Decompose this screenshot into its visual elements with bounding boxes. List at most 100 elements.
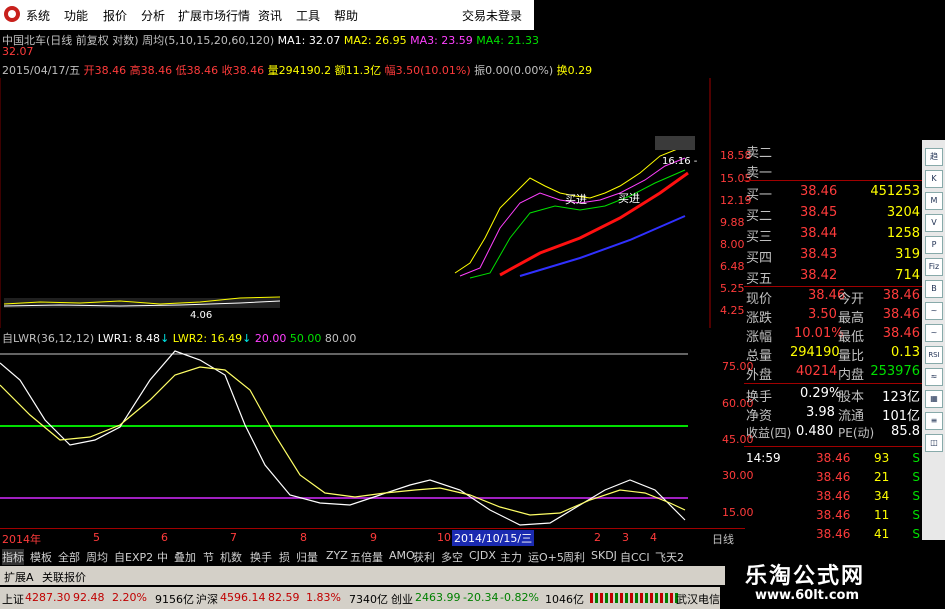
list-tool-icon[interactable]: ≡ [925,412,943,430]
curve-tool-icon[interactable]: ≈ [925,368,943,386]
rally [454,136,695,279]
trend-tool-icon[interactable]: 趋 [925,148,943,166]
time-label-5: 9 [370,531,377,544]
sh-index-amount: 9156亿 [155,593,194,606]
menu-system[interactable]: 系统 [26,7,50,24]
tab-main-force[interactable]: 主力 [500,549,522,565]
tab-overlay[interactable]: 叠加 [174,549,196,565]
tab-profit[interactable]: 获利 [413,549,435,565]
sh-index-value: 4287.30 [25,591,71,604]
tab-turnover[interactable]: 换手 [250,549,272,565]
period-label[interactable]: 日线 [712,531,734,547]
bar-close: 收38.46 [221,64,265,77]
volume-tool-icon[interactable]: V [925,214,943,232]
grid-tool-icon[interactable]: ▦ [925,390,943,408]
wave-tool-icon[interactable]: ~ [925,302,943,320]
app-logo-icon [4,6,20,22]
tick-row: 38.46 21 S [816,470,920,484]
tab-wubeiliang[interactable]: 五倍量 [350,549,383,565]
quote-row: 净资 3.98 流通 101亿 [746,405,920,424]
lwr2-down-arrow-icon: ↓ [242,332,252,345]
recent-candles [655,136,695,150]
trade-login-status[interactable]: 交易未登录 [462,7,522,24]
brand-name: 乐淘公式网 [745,564,866,589]
level-20: 20.00 [254,332,287,345]
lwr-indicator-chart[interactable] [0,345,710,530]
menu-bar: 系统 功能 报价 分析 扩展市场行情 资讯 工具 帮助 交易未登录 [0,0,534,30]
tab-ext-a[interactable]: 扩展A [4,569,34,585]
tab-cjdx[interactable]: CJDX [469,549,496,562]
tab-amo[interactable]: AMO [389,549,415,562]
chart-header: 中国北车(日线 前复权 对数) 周均(5,10,15,20,60,120) MA… [2,32,539,48]
tab-indicator[interactable]: 指标 [2,549,24,565]
ma4-value: MA4: 21.33 [476,34,540,47]
cy-index-pct: -0.82% [500,591,539,604]
time-label-1: 5 [93,531,100,544]
menu-ext-market[interactable]: 扩展市场行情 [178,7,250,24]
buy-row: 买二 38.45 3204 [746,205,920,224]
level-50: 50.00 [289,332,322,345]
menu-function[interactable]: 功能 [64,7,88,24]
tab-duokong[interactable]: 多空 [441,549,463,565]
price-tool-icon[interactable]: P [925,236,943,254]
panel-tool-icon[interactable]: ◫ [925,434,943,452]
tab-skdj[interactable]: SKDJ [591,549,617,562]
tab-yun[interactable]: 运O+5 [528,549,564,565]
price-axis-6: 5.25 [720,282,745,295]
quote-row: 总量 294190 量比 0.13 [746,345,920,364]
menu-quote[interactable]: 报价 [103,7,127,24]
sz-index-pct: 1.83% [306,591,341,604]
ma-line-yellow [454,147,681,274]
tab-jishu[interactable]: 机数 [220,549,242,565]
cy-index-change: -20.34 [463,591,499,604]
sz-index-value: 4596.14 [220,591,266,604]
lwr1-value: LWR1: 8.48 [97,332,161,345]
cy-index-label[interactable]: 创业 [391,591,413,607]
tab-related-quote[interactable]: 关联报价 [42,569,86,585]
sell-row: 卖一 [746,166,773,181]
peak-label: 16.16 - [662,156,698,167]
tab-template[interactable]: 模板 [30,549,52,565]
menu-news[interactable]: 资讯 [258,7,282,24]
tab-weekly-ma[interactable]: 周均 [86,549,108,565]
tab-guiliang[interactable]: 归量 [296,549,318,565]
rsi-tool-icon[interactable]: RSI [925,346,943,364]
sh-index-label[interactable]: 上证 [2,591,24,607]
price-chart[interactable]: 买进 买进 16.16 - 4.06 [0,78,745,328]
tab-exp2[interactable]: 自EXP2 [114,549,153,565]
sz-index-label[interactable]: 沪深 [196,591,218,607]
tab-feitian[interactable]: 飞天2 [655,549,684,565]
tab-all[interactable]: 全部 [58,549,80,565]
bar-change: 幅3.50(10.01%) [384,64,471,77]
tab-cci[interactable]: 自CCI [620,549,650,565]
menu-help[interactable]: 帮助 [334,7,358,24]
buy-row: 买三 38.44 1258 [746,226,920,245]
time-label-3: 7 [230,531,237,544]
brand-watermark: 乐淘公式网 www.60lt.com [725,548,945,609]
bar-high: 高38.46 [129,64,173,77]
kline-tool-icon[interactable]: K [925,170,943,188]
tab-zhong[interactable]: 中 [157,549,168,565]
boll-tool-icon[interactable]: B [925,280,943,298]
indicator-name[interactable]: 自LWR(36,12,12) [2,332,94,345]
fiz-tool-icon[interactable]: Fiz [925,258,943,276]
time-label-2: 6 [161,531,168,544]
wave2-tool-icon[interactable]: ~ [925,324,943,342]
tab-jie[interactable]: 节 [203,549,214,565]
tab-zhouli[interactable]: 周利 [563,549,585,565]
quote-row: 收益(四) 0.480 PE(动) 85.8 [746,424,920,440]
bar-info: 2015/04/17/五 开38.46 高38.46 低38.46 收38.46… [2,62,592,78]
menu-tools[interactable]: 工具 [296,7,320,24]
tab-sun[interactable]: 损 [279,549,290,565]
ma2-value: MA2: 26.95 [343,34,407,47]
price-axis-5: 6.48 [720,260,745,273]
tab-zyz[interactable]: ZYZ [326,549,348,562]
menu-analysis[interactable]: 分析 [141,7,165,24]
indicator-tab-bar: 指标 模板 全部 周均 自EXP2 中 叠加 节 机数 换手 损 归量 ZYZ … [0,546,720,566]
time-label-4: 8 [300,531,307,544]
quote-row: 涨幅 10.01% 最低 38.46 [746,326,920,345]
bar-date: 2015/04/17/五 [2,64,81,77]
sell-row: 卖二 [746,146,773,161]
ma-tool-icon[interactable]: M [925,192,943,210]
extension-tab-bar: 扩展A 关联报价 [0,566,725,585]
